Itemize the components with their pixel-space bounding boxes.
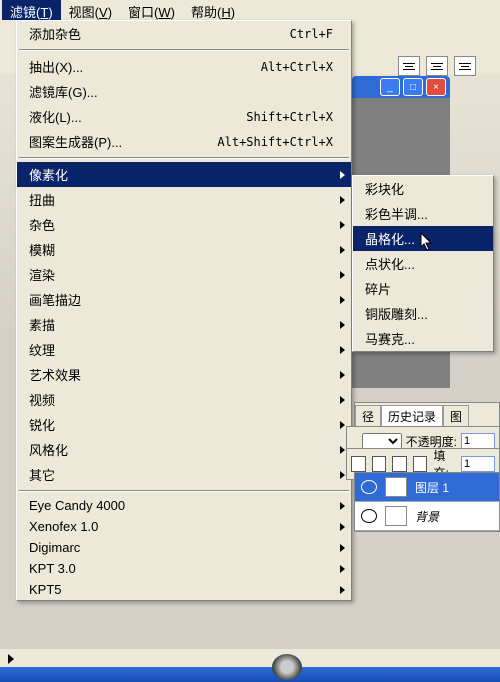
layer-name: 图层 1 xyxy=(415,479,449,496)
menu-blur[interactable]: 模糊 xyxy=(17,237,351,262)
menu-eyecandy[interactable]: Eye Candy 4000 xyxy=(17,495,351,516)
layers-panel: 图层 1 背景 xyxy=(354,472,500,532)
submenu-crystallize[interactable]: 晶格化... xyxy=(353,226,493,251)
submenu-pointillize[interactable]: 点状化... xyxy=(353,251,493,276)
lock-position-icon[interactable] xyxy=(392,456,407,472)
taskbar xyxy=(0,667,500,682)
fill-input[interactable] xyxy=(461,456,495,472)
visibility-icon[interactable] xyxy=(361,480,377,494)
menu-noise[interactable]: 杂色 xyxy=(17,212,351,237)
menubar-filter[interactable]: 滤镜(T) xyxy=(2,0,61,20)
layer-row[interactable]: 背景 xyxy=(355,502,499,531)
lock-all-icon[interactable] xyxy=(413,456,428,472)
layer-thumbnail xyxy=(385,506,407,526)
layer-row[interactable]: 图层 1 xyxy=(355,473,499,502)
maximize-icon[interactable]: □ xyxy=(403,78,423,96)
menu-distort[interactable]: 扭曲 xyxy=(17,187,351,212)
minimize-icon[interactable]: _ xyxy=(380,78,400,96)
menu-add-noise[interactable]: 添加杂色 Ctrl+F xyxy=(17,21,351,46)
menu-extract[interactable]: 抽出(X)... Alt+Ctrl+X xyxy=(17,54,351,79)
menu-video[interactable]: 视频 xyxy=(17,387,351,412)
blend-mode-select[interactable] xyxy=(362,433,402,449)
panel-tabs: 径 历史记录 图 xyxy=(354,402,500,428)
submenu-facet[interactable]: 彩块化 xyxy=(353,176,493,201)
scroll-right-icon[interactable] xyxy=(4,651,18,667)
tab-path[interactable]: 径 xyxy=(355,405,381,427)
menu-pixelate[interactable]: 像素化 xyxy=(17,162,351,187)
menu-kpt5[interactable]: KPT5 xyxy=(17,579,351,600)
document-window-titlebar: _ □ × xyxy=(352,76,450,98)
tab-history[interactable]: 历史记录 xyxy=(381,405,443,427)
align-center-icon[interactable] xyxy=(426,56,448,76)
submenu-halftone[interactable]: 彩色半调... xyxy=(353,201,493,226)
menu-pattern-maker[interactable]: 图案生成器(P)... Alt+Shift+Ctrl+X xyxy=(17,129,351,154)
opacity-input[interactable] xyxy=(461,433,495,449)
visibility-icon[interactable] xyxy=(361,509,377,523)
menu-render[interactable]: 渲染 xyxy=(17,262,351,287)
filters-menu: 添加杂色 Ctrl+F 抽出(X)... Alt+Ctrl+X 滤镜库(G)..… xyxy=(16,20,352,601)
tab-extra[interactable]: 图 xyxy=(443,405,469,427)
menu-sketch[interactable]: 素描 xyxy=(17,312,351,337)
layer-name: 背景 xyxy=(415,508,439,525)
lock-pixels-icon[interactable] xyxy=(372,456,387,472)
taskbar-app-icon[interactable] xyxy=(272,654,302,680)
submenu-fragment[interactable]: 碎片 xyxy=(353,276,493,301)
menu-artistic[interactable]: 艺术效果 xyxy=(17,362,351,387)
menu-other[interactable]: 其它 xyxy=(17,462,351,487)
menubar-view[interactable]: 视图(V) xyxy=(61,0,120,20)
submenu-mosaic[interactable]: 马赛克... xyxy=(353,326,493,351)
lock-icon[interactable] xyxy=(351,456,366,472)
pixelate-submenu: 彩块化 彩色半调... 晶格化... 点状化... 碎片 铜版雕刻... 马赛克… xyxy=(352,175,494,352)
menu-filter-gallery[interactable]: 滤镜库(G)... xyxy=(17,79,351,104)
align-left-icon[interactable] xyxy=(398,56,420,76)
menu-kpt3[interactable]: KPT 3.0 xyxy=(17,558,351,579)
menubar-help[interactable]: 帮助(H) xyxy=(183,0,243,20)
menu-brushstrokes[interactable]: 画笔描边 xyxy=(17,287,351,312)
submenu-mezzotint[interactable]: 铜版雕刻... xyxy=(353,301,493,326)
align-right-icon[interactable] xyxy=(454,56,476,76)
layer-thumbnail xyxy=(385,477,407,497)
menu-sharpen[interactable]: 锐化 xyxy=(17,412,351,437)
menu-texture[interactable]: 纹理 xyxy=(17,337,351,362)
menu-liquify[interactable]: 液化(L)... Shift+Ctrl+X xyxy=(17,104,351,129)
menubar-window[interactable]: 窗口(W) xyxy=(120,0,183,20)
menu-digimarc[interactable]: Digimarc xyxy=(17,537,351,558)
close-icon[interactable]: × xyxy=(426,78,446,96)
menu-stylize[interactable]: 风格化 xyxy=(17,437,351,462)
menu-xenofex[interactable]: Xenofex 1.0 xyxy=(17,516,351,537)
